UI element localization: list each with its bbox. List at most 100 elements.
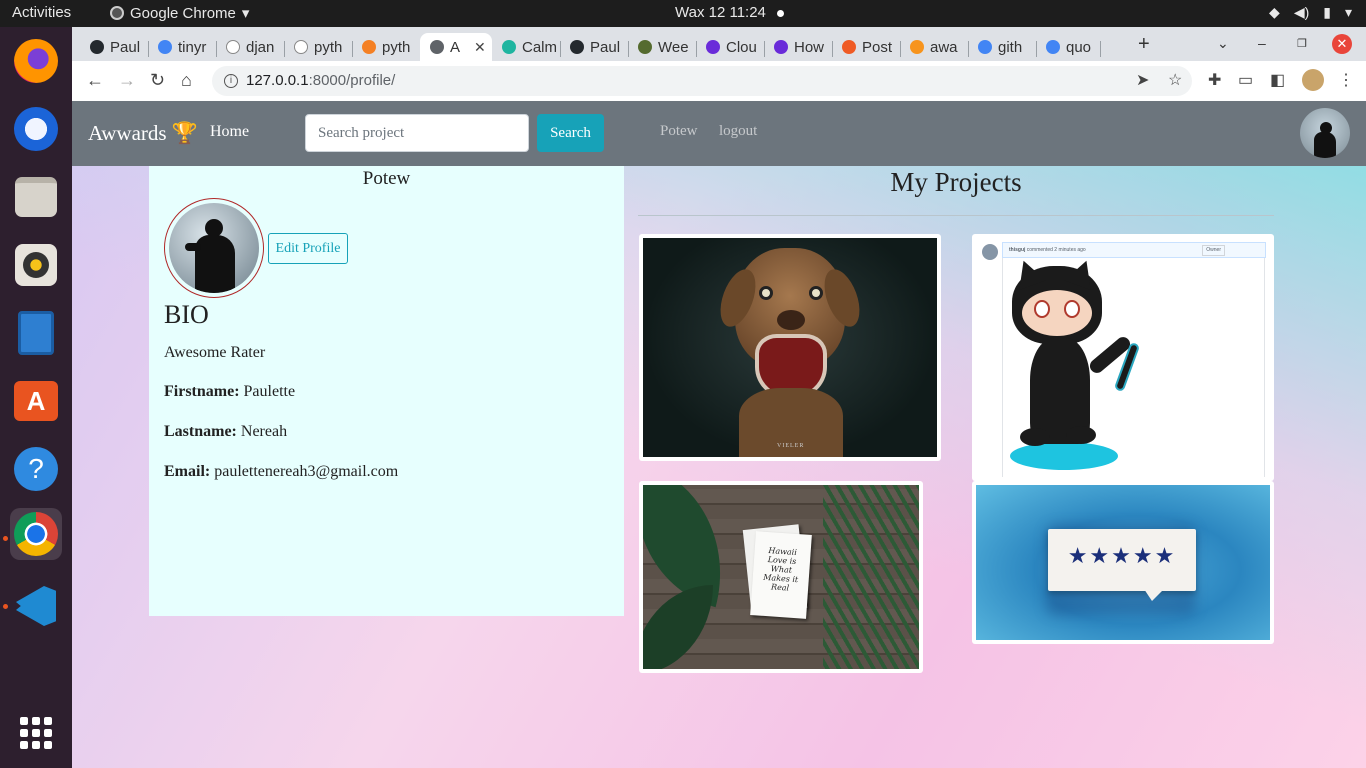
browser-tab[interactable]: Paul [560, 33, 628, 61]
home-icon[interactable]: ⌂ [181, 70, 192, 91]
project-card-github[interactable]: thisguj commented 2 minutes ago Owner [972, 234, 1274, 481]
menu-kebab-icon[interactable]: ⋮ [1338, 70, 1354, 90]
minimize-button[interactable]: – [1258, 35, 1266, 51]
tab-label: tinyr [178, 38, 207, 56]
writer-launcher[interactable] [10, 307, 62, 359]
tab-label: awa [930, 38, 958, 56]
browser-tab[interactable]: djan [216, 33, 284, 61]
lastname-value: Nereah [240, 423, 288, 440]
comment-user: thisguj [1009, 247, 1026, 253]
profile-username: Potew [362, 168, 411, 189]
tab-favicon-icon [774, 40, 788, 54]
cast-icon[interactable]: ▭ [1238, 70, 1253, 90]
firstname-label: Firstname: [164, 383, 240, 400]
software-launcher[interactable]: A [10, 375, 62, 427]
address-bar[interactable]: i 127.0.0.1:8000/profile/ [212, 66, 1192, 96]
back-arrow-icon[interactable]: ← [86, 70, 104, 91]
url-path: :8000/profile/ [308, 72, 396, 89]
firefox-icon [14, 39, 58, 83]
extensions-puzzle-icon[interactable]: ✚ [1208, 70, 1221, 90]
project-image: thisguj commented 2 minutes ago Owner [976, 238, 1270, 477]
notification-dot-icon [777, 10, 784, 17]
system-top-bar: Activities Google Chrome ▾ Wax 12 11:24 … [0, 0, 1366, 27]
projects-heading: My Projects [890, 167, 1022, 197]
browser-frame: Paul tinyr djan pyth pyth A ✕ Calm Paul Wee Clou Ho… [72, 27, 1366, 101]
project-card-rating[interactable]: ★★★★★ [972, 481, 1274, 644]
edit-profile-button[interactable]: Edit Profile [268, 233, 348, 264]
software-store-icon: A [14, 381, 58, 421]
bio-text: Awesome Rater [164, 344, 266, 361]
reload-icon[interactable]: ↻ [150, 70, 165, 91]
send-icon[interactable]: ➤ [1136, 70, 1149, 90]
chrome-icon [14, 512, 58, 556]
browser-tab[interactable]: Calm [492, 33, 560, 61]
files-icon [15, 177, 57, 217]
search-button[interactable]: Search [537, 114, 604, 152]
tab-favicon-icon [910, 40, 924, 54]
close-tab-icon[interactable]: ✕ [474, 39, 486, 56]
maximize-button[interactable]: ❐ [1297, 37, 1307, 50]
tab-favicon-icon [1046, 40, 1060, 54]
browser-tab[interactable]: Wee [628, 33, 696, 61]
tab-label: How [794, 38, 825, 56]
user-avatar[interactable] [1300, 108, 1350, 158]
browser-tab[interactable]: tinyr [148, 33, 216, 61]
show-apps-icon[interactable] [20, 717, 52, 749]
bookmark-star-icon[interactable]: ☆ [1168, 70, 1182, 90]
tab-label: Paul [110, 38, 141, 56]
thunderbird-icon [14, 107, 58, 151]
rhythmbox-launcher[interactable] [10, 239, 62, 291]
browser-tab[interactable]: pyth [352, 33, 420, 61]
activities-button[interactable]: Activities [12, 4, 71, 21]
nav-username-link[interactable]: Potew [660, 123, 698, 140]
tab-favicon-icon [502, 40, 516, 54]
tab-label: A [450, 38, 461, 56]
nav-home-link[interactable]: Home [210, 123, 249, 141]
tab-favicon-icon [638, 40, 652, 54]
tab-favicon-icon [842, 40, 856, 54]
running-indicator [3, 536, 8, 541]
browser-tab[interactable]: gith [968, 33, 1036, 61]
profile-avatar[interactable] [1302, 69, 1324, 91]
tab-label: djan [246, 38, 275, 56]
files-launcher[interactable] [10, 171, 62, 223]
chrome-launcher[interactable] [10, 508, 62, 560]
chevron-down-icon: ▾ [241, 5, 250, 22]
tab-separator [1100, 41, 1101, 57]
brand-link[interactable]: Awwards 🏆 [88, 121, 198, 146]
tab-favicon-icon [226, 40, 240, 54]
system-tray[interactable]: ◆ ◀) ▮ ▾ [1269, 4, 1352, 21]
forward-arrow-icon[interactable]: → [118, 70, 136, 91]
volume-icon: ◀) [1293, 4, 1310, 20]
tab-label: pyth [382, 38, 411, 56]
browser-tab[interactable]: How [764, 33, 832, 61]
firefox-launcher[interactable] [10, 35, 62, 87]
close-window-button[interactable]: ✕ [1332, 34, 1352, 54]
app-menu[interactable]: Google Chrome ▾ [110, 4, 249, 22]
site-info-icon[interactable]: i [224, 74, 238, 88]
trophy-icon: 🏆 [171, 121, 198, 145]
browser-tab[interactable]: Clou [696, 33, 764, 61]
new-tab-button[interactable]: + [1138, 33, 1150, 56]
clock[interactable]: Wax 12 11:24 [675, 4, 766, 21]
vscode-launcher[interactable] [10, 580, 62, 632]
owner-badge: Owner [1202, 245, 1225, 256]
browser-tab[interactable]: quo [1036, 33, 1100, 61]
browser-tab[interactable]: awa [900, 33, 968, 61]
browser-tab[interactable]: A ✕ [420, 33, 492, 61]
image-watermark: VIELER [777, 443, 805, 449]
side-panel-icon[interactable]: ◧ [1270, 70, 1285, 90]
thunderbird-launcher[interactable] [10, 103, 62, 155]
card-handwriting: Hawaii Love is What Makes it Real [750, 531, 812, 619]
browser-toolbar: ← → ↻ ⌂ i 127.0.0.1:8000/profile/ ➤ ☆ ✚ … [72, 61, 1366, 101]
tab-label: Clou [726, 38, 757, 56]
nav-logout-link[interactable]: logout [719, 123, 757, 140]
search-input[interactable] [305, 114, 529, 152]
browser-tab[interactable]: Paul [80, 33, 148, 61]
project-card-notes[interactable]: Hawaii Love is What Makes it Real [639, 481, 923, 673]
browser-tab[interactable]: Post [832, 33, 900, 61]
project-card-dog[interactable]: VIELER [639, 234, 941, 461]
tab-search-chevron-icon[interactable]: ⌄ [1217, 35, 1229, 52]
help-launcher[interactable]: ? [10, 443, 62, 495]
browser-tab[interactable]: pyth [284, 33, 352, 61]
